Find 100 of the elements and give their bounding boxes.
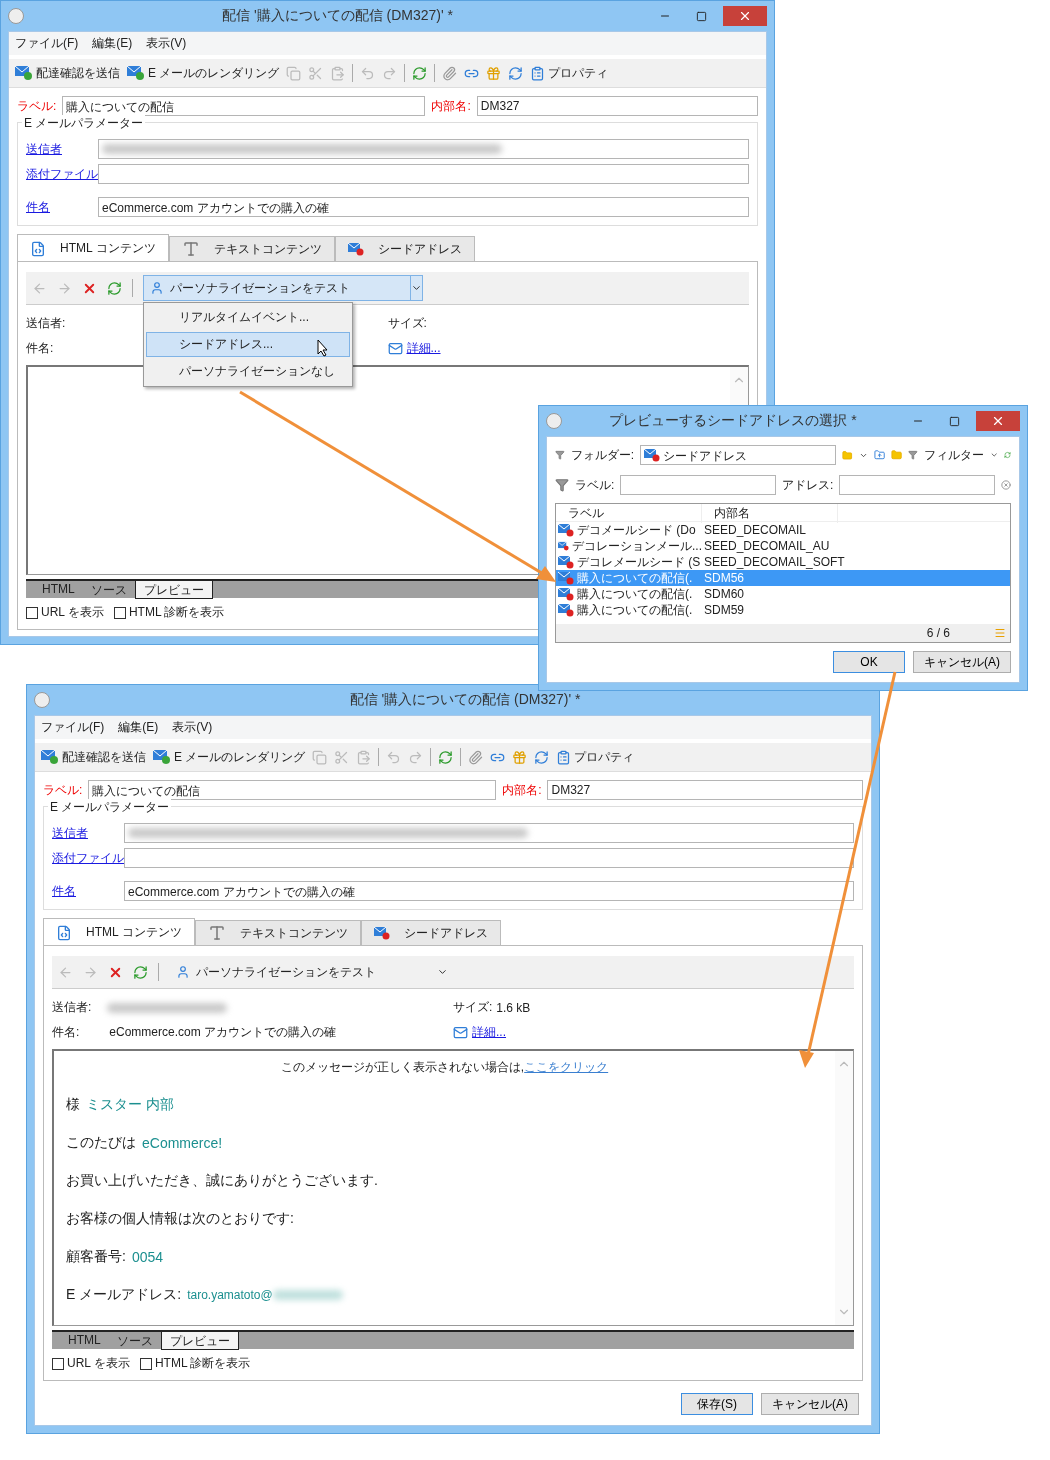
properties-button[interactable]: プロパティ bbox=[556, 748, 635, 766]
tab[interactable]: シードアドレス bbox=[334, 236, 475, 262]
text-field[interactable]: eCommerce.com アカウントでの購入の確 bbox=[98, 197, 749, 217]
column-header[interactable]: 内部名 bbox=[702, 504, 838, 523]
copy-icon[interactable] bbox=[312, 749, 328, 765]
checkbox[interactable] bbox=[52, 1357, 64, 1370]
rendering-button[interactable]: E メールのレンダリング bbox=[153, 748, 306, 766]
internal-name-field[interactable]: DM327 bbox=[547, 780, 863, 800]
view-tab[interactable]: HTML bbox=[34, 581, 83, 598]
label-field[interactable]: 購入についての配信 bbox=[88, 780, 497, 800]
record-count: 6 / 6 bbox=[926, 626, 950, 640]
details-link[interactable]: 詳細... bbox=[406, 340, 441, 357]
list-row[interactable]: デコメールシード (Do SEED_DECOMAIL bbox=[556, 522, 1010, 538]
filter-button[interactable]: フィルター bbox=[923, 446, 984, 464]
text-field[interactable] bbox=[98, 139, 749, 159]
field-link[interactable]: 件名 bbox=[26, 198, 98, 216]
menu-item[interactable]: 表示(V) bbox=[172, 719, 213, 736]
send-proof-button[interactable]: 配達確認を送信 bbox=[41, 748, 146, 766]
label-filter-field[interactable] bbox=[620, 475, 776, 495]
menu-item[interactable]: リアルタイムイベント... bbox=[146, 305, 350, 330]
field-link[interactable]: 送信者 bbox=[52, 824, 124, 842]
gift-icon[interactable] bbox=[512, 749, 528, 765]
menu-icon[interactable] bbox=[994, 627, 1006, 639]
menu-item[interactable]: パーソナライゼーションなし bbox=[146, 359, 350, 384]
text-field[interactable] bbox=[98, 164, 749, 184]
text-field[interactable] bbox=[124, 848, 854, 868]
address-filter-field[interactable] bbox=[839, 475, 995, 495]
field-link[interactable]: 件名 bbox=[52, 882, 124, 900]
forward-icon[interactable] bbox=[83, 964, 98, 980]
refresh-icon[interactable] bbox=[1004, 450, 1011, 460]
view-tab[interactable]: プレビュー bbox=[134, 581, 213, 599]
app-icon bbox=[8, 8, 24, 24]
list-row[interactable]: 購入についての配信(. SDM60 bbox=[556, 586, 1010, 602]
view-tab[interactable]: プレビュー bbox=[160, 1332, 239, 1350]
menu-item[interactable]: ファイル(F) bbox=[15, 35, 79, 52]
column-header[interactable]: ラベル bbox=[556, 504, 702, 523]
text-field[interactable]: eCommerce.com アカウントでの購入の確 bbox=[124, 881, 854, 901]
checkbox[interactable] bbox=[113, 606, 126, 619]
menu-item[interactable]: ファイル(F) bbox=[41, 719, 105, 736]
properties-button[interactable]: プロパティ bbox=[530, 64, 609, 82]
sync-icon[interactable] bbox=[534, 749, 550, 765]
envelope-icon bbox=[558, 571, 574, 585]
redo-icon[interactable] bbox=[408, 749, 424, 765]
label-field[interactable]: 購入についての配信 bbox=[62, 96, 426, 116]
copy-icon[interactable] bbox=[286, 65, 302, 81]
cut-icon[interactable] bbox=[334, 749, 350, 765]
list-row[interactable]: デコレメールシード (S SEED_DECOMAIL_SOFT bbox=[556, 554, 1010, 570]
dialog-button[interactable]: OK bbox=[833, 651, 905, 673]
folder-field[interactable]: シードアドレス bbox=[640, 445, 837, 465]
clear-icon[interactable] bbox=[1001, 480, 1011, 490]
gift-icon[interactable] bbox=[486, 65, 502, 81]
menu-item[interactable]: 表示(V) bbox=[146, 35, 187, 52]
tab[interactable]: HTML コンテンツ bbox=[43, 918, 195, 946]
back-icon[interactable] bbox=[58, 964, 73, 980]
personalization-dropdown[interactable]: パーソナライゼーションをテスト bbox=[143, 275, 423, 301]
list-row[interactable]: デコレーションメール... SEED_DECOMAIL_AU bbox=[556, 538, 1010, 554]
text-field[interactable] bbox=[124, 823, 854, 843]
undo-icon[interactable] bbox=[360, 65, 376, 81]
field-link[interactable]: 添付ファイル bbox=[26, 165, 98, 183]
redo-icon[interactable] bbox=[382, 65, 398, 81]
menu-item[interactable]: 編集(E) bbox=[92, 35, 133, 52]
paperclip-icon[interactable] bbox=[442, 65, 458, 81]
menu-item[interactable]: シードアドレス... bbox=[146, 332, 350, 357]
html-file-icon bbox=[56, 924, 72, 941]
cut-icon[interactable] bbox=[308, 65, 324, 81]
close-button[interactable] bbox=[976, 411, 1020, 431]
paste-icon[interactable] bbox=[330, 65, 346, 81]
back-icon[interactable] bbox=[32, 280, 47, 296]
rendering-button[interactable]: E メールのレンダリング bbox=[127, 64, 280, 82]
view-tab[interactable]: ソース bbox=[108, 1332, 161, 1349]
dialog-button[interactable]: 保存(S) bbox=[681, 1393, 753, 1415]
click-here-link[interactable]: ここをクリック bbox=[524, 1060, 609, 1074]
paperclip-icon[interactable] bbox=[468, 749, 484, 765]
refresh-icon[interactable] bbox=[107, 280, 122, 296]
refresh-icon[interactable] bbox=[412, 65, 428, 81]
refresh-icon[interactable] bbox=[133, 964, 148, 980]
menu-item[interactable]: 編集(E) bbox=[118, 719, 159, 736]
tab[interactable]: テキストコンテンツ bbox=[168, 236, 335, 262]
checkbox[interactable] bbox=[139, 1357, 152, 1370]
details-link[interactable]: 詳細... bbox=[472, 1024, 506, 1041]
close-button[interactable] bbox=[723, 6, 767, 26]
dialog-button[interactable]: キャンセル(A) bbox=[913, 651, 1011, 673]
field-link[interactable]: 送信者 bbox=[26, 140, 98, 158]
view-tab[interactable]: ソース bbox=[82, 581, 135, 598]
mail-icon bbox=[387, 341, 403, 356]
tab[interactable]: テキストコンテンツ bbox=[194, 920, 361, 946]
checkbox[interactable] bbox=[26, 606, 38, 619]
internal-name-field[interactable]: DM327 bbox=[476, 96, 758, 116]
undo-icon[interactable] bbox=[386, 749, 402, 765]
list-row[interactable]: 購入についての配信(. SDM59 bbox=[556, 602, 1010, 618]
paste-icon[interactable] bbox=[356, 749, 372, 765]
dialog-button[interactable]: キャンセル(A) bbox=[761, 1393, 859, 1415]
forward-icon[interactable] bbox=[57, 280, 72, 296]
refresh-icon[interactable] bbox=[438, 749, 454, 765]
sync-icon[interactable] bbox=[508, 65, 524, 81]
tab[interactable]: HTML コンテンツ bbox=[17, 234, 169, 262]
tab[interactable]: シードアドレス bbox=[360, 920, 501, 946]
view-tab[interactable]: HTML bbox=[60, 1332, 109, 1349]
send-proof-button[interactable]: 配達確認を送信 bbox=[15, 64, 120, 82]
field-link[interactable]: 添付ファイル bbox=[52, 849, 124, 867]
